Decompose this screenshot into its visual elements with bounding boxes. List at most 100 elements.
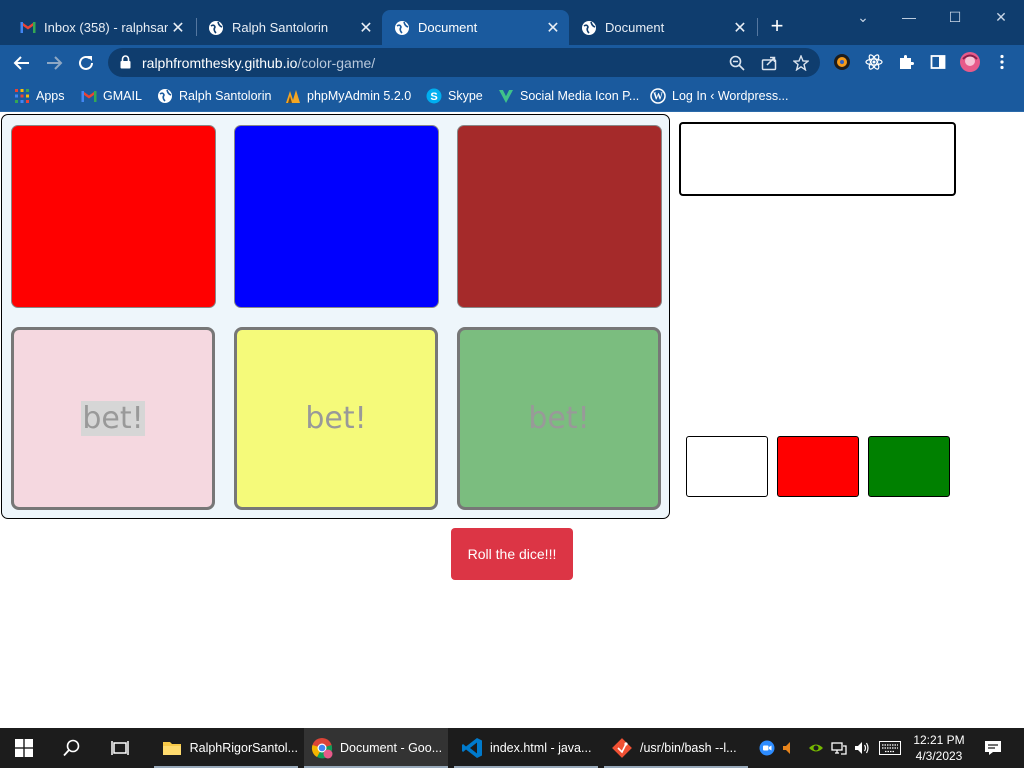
apps-grid-icon	[14, 88, 30, 104]
bookmark-wordpress[interactable]: W Log In ‹ Wordpress...	[650, 86, 789, 106]
clock-time: 12:21 PM	[913, 733, 965, 747]
bookmark-ralph-santolorin[interactable]: Ralph Santolorin	[157, 86, 271, 106]
globe-icon	[581, 20, 597, 36]
url-host: ralphfromthesky.github.io	[142, 55, 298, 71]
volume-muted-icon[interactable]	[781, 740, 797, 756]
close-icon[interactable]: ✕	[356, 18, 376, 38]
taskbar-app-file-explorer[interactable]: RalphRigorSantol...	[154, 728, 298, 768]
roll-dice-button[interactable]: Roll the dice!!!	[451, 528, 573, 580]
tab-document[interactable]: Document ✕	[569, 10, 756, 45]
search-icon[interactable]	[60, 736, 84, 760]
bookmarks-bar: Apps GMAIL Ralph Santolorin phpMyAdmin 5…	[0, 80, 1024, 112]
maximize-icon[interactable]: ☐	[932, 4, 978, 30]
bookmark-gmail[interactable]: GMAIL	[81, 86, 142, 106]
tab-title: Ralph Santolorin	[232, 20, 329, 35]
keyboard-icon[interactable]	[878, 740, 902, 756]
result-box	[679, 122, 956, 196]
zoom-app-icon[interactable]	[759, 740, 775, 756]
forward-icon[interactable]	[42, 51, 66, 75]
close-icon[interactable]: ✕	[730, 18, 750, 38]
vscode-icon	[460, 736, 484, 760]
reload-icon[interactable]	[74, 51, 98, 75]
bookmark-label: Log In ‹ Wordpress...	[672, 89, 789, 103]
game-board: bet! bet! bet!	[1, 114, 670, 519]
globe-icon	[208, 20, 224, 36]
side-panel-icon[interactable]	[928, 52, 948, 72]
bet-box-pink[interactable]: bet!	[11, 327, 215, 510]
vuetify-icon	[498, 88, 514, 104]
tab-title: Document	[418, 20, 478, 35]
share-icon[interactable]	[760, 54, 778, 72]
tab-ralph-santolorin[interactable]: Ralph Santolorin ✕	[196, 10, 382, 45]
bookmark-label: GMAIL	[103, 89, 142, 103]
tab-strip: Inbox (358) - ralphsant ✕ Ralph Santolor…	[0, 0, 1024, 45]
address-bar[interactable]: ralphfromthesky.github.io/color-game/	[108, 48, 820, 77]
extension-orange-icon[interactable]	[832, 52, 852, 72]
skype-icon: S	[426, 88, 442, 104]
tab-title: Inbox (358) - ralphsant	[44, 20, 168, 35]
taskbar-app-label: RalphRigorSantol...	[189, 741, 298, 755]
minimize-icon[interactable]: —	[886, 4, 932, 30]
chrome-menu-icon[interactable]	[992, 52, 1012, 72]
extensions-puzzle-icon[interactable]	[896, 52, 916, 72]
bet-box-yellow[interactable]: bet!	[234, 327, 438, 510]
browser-toolbar: ralphfromthesky.github.io/color-game/	[0, 45, 1024, 80]
git-bash-icon	[610, 736, 634, 760]
globe-icon	[157, 88, 173, 104]
speaker-icon[interactable]	[854, 740, 870, 756]
bookmark-label: Social Media Icon P...	[520, 89, 640, 103]
url-text: ralphfromthesky.github.io/color-game/	[142, 55, 375, 71]
url-path: /color-game/	[297, 55, 376, 71]
svg-text:W: W	[653, 92, 663, 103]
chrome-icon	[310, 736, 334, 760]
bookmark-skype[interactable]: S Skype	[426, 86, 483, 106]
tab-document-active[interactable]: Document ✕	[382, 10, 569, 45]
dice-color-2	[234, 125, 439, 308]
bet-label: bet!	[305, 401, 367, 436]
bookmark-phpmyadmin[interactable]: phpMyAdmin 5.2.0	[285, 86, 411, 106]
clock-date: 4/3/2023	[915, 749, 963, 763]
back-icon[interactable]	[10, 51, 34, 75]
tab-search-icon[interactable]: ⌄	[840, 4, 886, 30]
bet-box-green[interactable]: bet!	[457, 327, 661, 510]
taskbar-app-label: Document - Goo...	[340, 741, 443, 755]
page-content: bet! bet! bet! Roll the dice!!!	[0, 112, 1024, 728]
windows-taskbar: RalphRigorSantol... Document - Goo... in…	[0, 728, 1024, 768]
tab-divider	[757, 18, 758, 36]
window-close-icon[interactable]: ✕	[978, 4, 1024, 30]
close-icon[interactable]: ✕	[168, 18, 188, 38]
dice-color-1	[11, 125, 216, 308]
bookmark-label: phpMyAdmin 5.2.0	[307, 89, 412, 103]
react-devtools-icon[interactable]	[864, 52, 884, 72]
result-swatch-3	[868, 436, 950, 497]
bookmark-label: Apps	[36, 89, 65, 103]
lock-icon	[120, 55, 131, 74]
new-tab-button[interactable]: +	[765, 14, 789, 38]
bookmark-star-icon[interactable]	[792, 54, 810, 72]
bet-label: bet!	[528, 401, 590, 436]
tab-gmail[interactable]: Inbox (358) - ralphsant ✕	[8, 10, 194, 45]
notifications-icon[interactable]	[983, 740, 1003, 756]
taskbar-app-label: /usr/bin/bash --l...	[640, 741, 737, 755]
globe-icon	[394, 20, 410, 36]
bookmark-apps[interactable]: Apps	[14, 86, 65, 106]
bookmark-social-media-icon[interactable]: Social Media Icon P...	[498, 86, 639, 106]
close-icon[interactable]: ✕	[543, 18, 563, 38]
dice-color-3	[457, 125, 662, 308]
gmail-icon	[20, 20, 36, 36]
windows-start-icon[interactable]	[12, 736, 36, 760]
gmail-icon	[81, 88, 97, 104]
result-swatch-1	[686, 436, 768, 497]
network-icon[interactable]	[831, 740, 847, 756]
zoom-icon[interactable]	[728, 54, 746, 72]
result-swatch-2	[777, 436, 859, 497]
taskbar-app-chrome[interactable]: Document - Goo...	[304, 728, 448, 768]
bookmark-label: Ralph Santolorin	[179, 89, 272, 103]
taskbar-app-git-bash[interactable]: /usr/bin/bash --l...	[604, 728, 748, 768]
system-clock[interactable]: 12:21 PM 4/3/2023	[906, 732, 972, 764]
task-view-icon[interactable]	[108, 736, 132, 760]
nvidia-icon[interactable]	[808, 740, 824, 756]
profile-avatar-icon[interactable]	[958, 52, 982, 72]
taskbar-app-vscode[interactable]: index.html - java...	[454, 728, 598, 768]
taskbar-app-label: index.html - java...	[490, 741, 592, 755]
